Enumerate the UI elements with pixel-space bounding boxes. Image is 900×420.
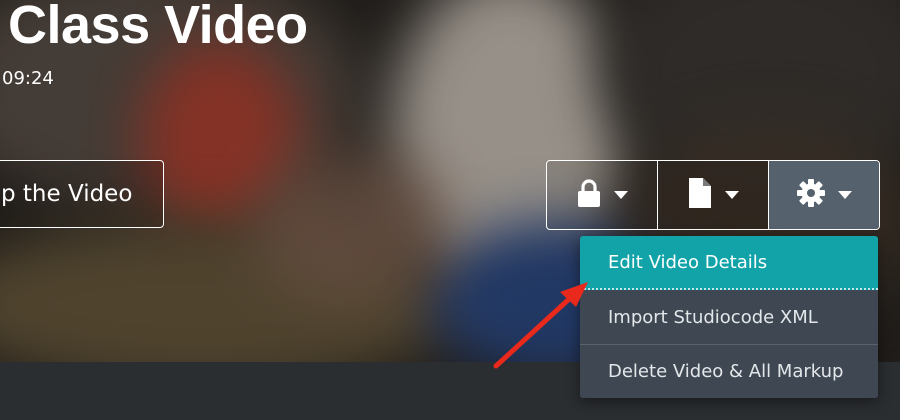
document-dropdown-button[interactable] [657,161,768,229]
gear-icon [796,178,826,212]
chevron-down-icon [614,191,628,199]
lock-icon [576,178,602,212]
lock-dropdown-button[interactable] [547,161,657,229]
menu-item-import-studiocode-xml[interactable]: Import Studiocode XML [580,290,878,344]
menu-item-delete-video[interactable]: Delete Video & All Markup [580,344,878,398]
chevron-down-icon [725,191,739,199]
video-toolbar [546,160,880,230]
settings-menu: Edit Video Details Import Studiocode XML… [580,236,878,398]
settings-dropdown-button[interactable] [768,161,879,229]
chevron-down-icon [838,191,852,199]
video-action-label: p the Video [1,181,133,207]
video-title: Class Video [8,0,308,55]
video-action-button[interactable]: p the Video [0,160,164,228]
menu-item-edit-video-details[interactable]: Edit Video Details [580,236,878,290]
video-duration: 09:24 [2,68,54,89]
document-icon [687,177,713,213]
